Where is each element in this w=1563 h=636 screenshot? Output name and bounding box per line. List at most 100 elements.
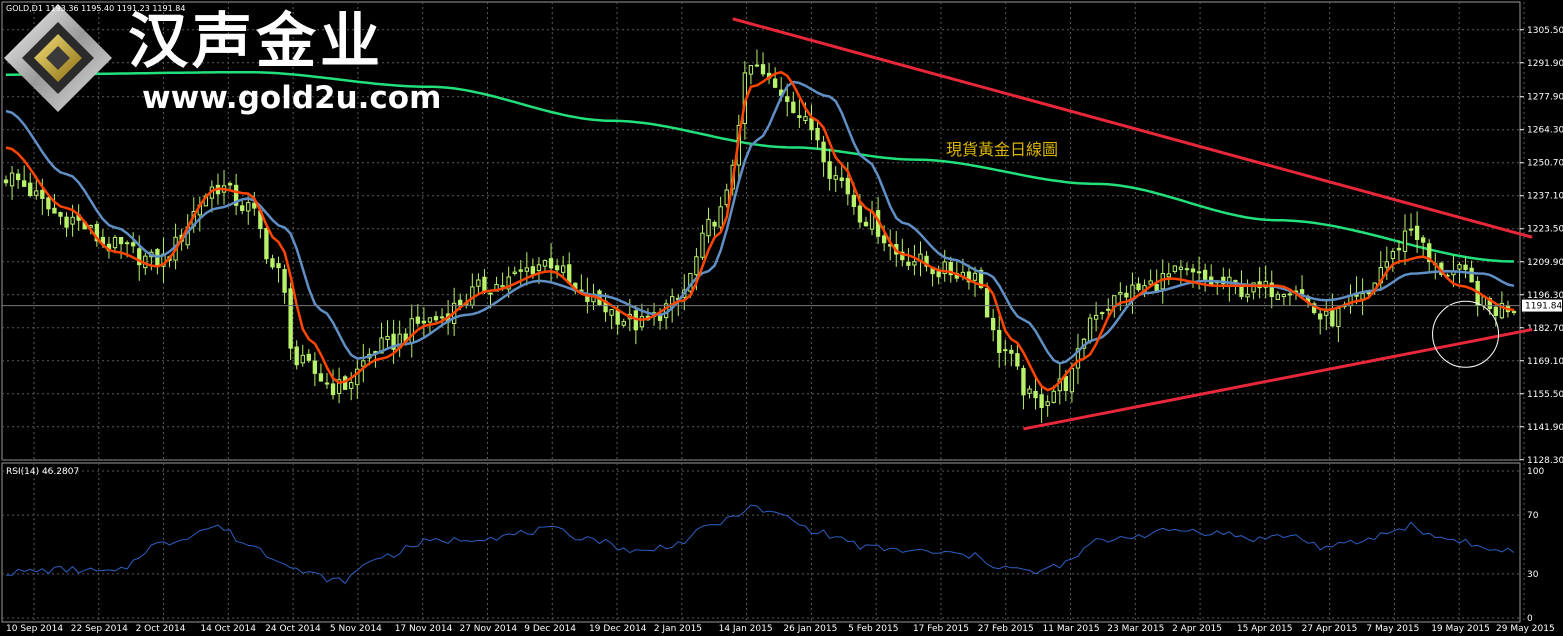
candle-body [1039,394,1044,408]
candle-body [1366,292,1371,295]
candle-body [1299,289,1305,295]
candle-body [839,177,844,181]
candle-body [21,180,27,187]
candle-body [1196,271,1202,274]
y-tick-label: 1196.30 [1527,291,1563,301]
candle-body [881,235,887,244]
y-tick-label: 1250.70 [1527,159,1563,169]
x-tick-label: 17 Feb 2015 [913,624,969,634]
candle-body [706,218,711,237]
candle-body [1414,225,1420,240]
candle-body [318,373,324,382]
candle-body [760,64,766,75]
candle-body [1318,313,1323,320]
ohlc-values: 1193.36 1195.40 1191.23 1191.84 [45,4,186,13]
x-tick-label: 24 Oct 2014 [265,624,321,634]
candle-body [1384,261,1389,268]
candle-body [518,269,523,272]
candle-body [1009,349,1014,354]
candle-body [282,269,287,293]
candle-body [785,96,790,102]
candle-body [1324,310,1329,316]
candle-body [1003,349,1008,352]
candle-body [482,276,487,292]
candle-body [857,205,863,223]
x-tick-label: 9 Dec 2014 [524,624,576,634]
candle-body [1245,293,1250,298]
candle-body [64,216,69,228]
x-tick-label: 15 Apr 2015 [1237,624,1293,634]
x-tick-label: 23 Mar 2015 [1107,624,1164,634]
candle-body [863,221,869,227]
x-tick-label: 2 Oct 2014 [136,624,186,634]
candle-body [639,316,645,328]
candle-body [312,360,318,374]
candle-body [1408,228,1414,231]
candle-body [288,288,293,349]
candle-body [1021,367,1026,396]
candle-body [803,116,808,122]
x-tick-label: 29 May 2015 [1496,624,1555,634]
candle-body [936,271,941,278]
candle-body [1336,307,1341,328]
candle-body [1402,230,1408,252]
symbol-label: GOLD,D1 [6,4,43,13]
chart-title: 現貨黃金日線圖 [946,140,1059,159]
candle-body [1190,268,1196,273]
candle-body [1148,280,1153,285]
candle-body [700,232,705,258]
rsi-tick-label: 30 [1527,570,1539,580]
candle-body [34,190,39,196]
candle-body [361,360,366,367]
candle-body [512,271,517,274]
y-tick-label: 1169.10 [1527,357,1563,367]
candle-body [845,177,850,195]
candle-body [488,292,493,295]
candle-body [349,382,354,389]
y-tick-label: 1209.90 [1527,258,1563,268]
candle-body [112,236,118,249]
x-tick-label: 26 Jan 2015 [783,624,837,634]
candle-body [421,320,427,324]
trendline-lower [1023,327,1533,431]
candle-body [264,227,269,260]
candle-body [567,264,572,284]
candle-body [530,266,536,275]
candle-body [1093,314,1099,320]
candle-body [972,272,978,281]
candle-body [1063,375,1069,392]
ema-fast-line [5,70,1515,392]
candle-body [1015,353,1020,367]
candle-body [1106,308,1111,311]
candle-body [1124,292,1129,298]
ema-slow-line [5,80,1515,365]
candle-body [1390,250,1396,259]
candle-body [1420,237,1426,243]
logo-name: 汉声金业 [128,7,384,77]
x-tick-label: 19 May 2015 [1431,624,1490,634]
y-tick-label: 1277.90 [1527,93,1563,103]
candle-body [155,249,160,268]
candle-body [524,267,530,272]
candle-body [131,242,136,247]
y-tick-label: 1182.70 [1527,324,1563,334]
symbol-header: GOLD,D1 1193.36 1195.40 1191.23 1191.84 [6,4,185,14]
candle-body [724,189,729,206]
candle-body [294,346,299,366]
candle-body [427,317,433,323]
candle-body [118,236,124,245]
y-tick-label: 1223.50 [1527,225,1563,235]
candle-body [1457,264,1462,270]
candle-body [1275,293,1280,301]
logo-emblem [4,4,112,112]
x-tick-label: 2 Apr 2015 [1172,624,1222,634]
candle-body [821,141,826,163]
candle-body [1033,390,1038,399]
x-tick-label: 19 Dec 2014 [589,624,647,634]
candle-body [270,258,275,268]
candle-body [342,376,348,390]
candle-body [58,212,63,217]
candle-body [997,329,1002,353]
candle-body [609,309,614,316]
candle-body [1178,266,1184,270]
